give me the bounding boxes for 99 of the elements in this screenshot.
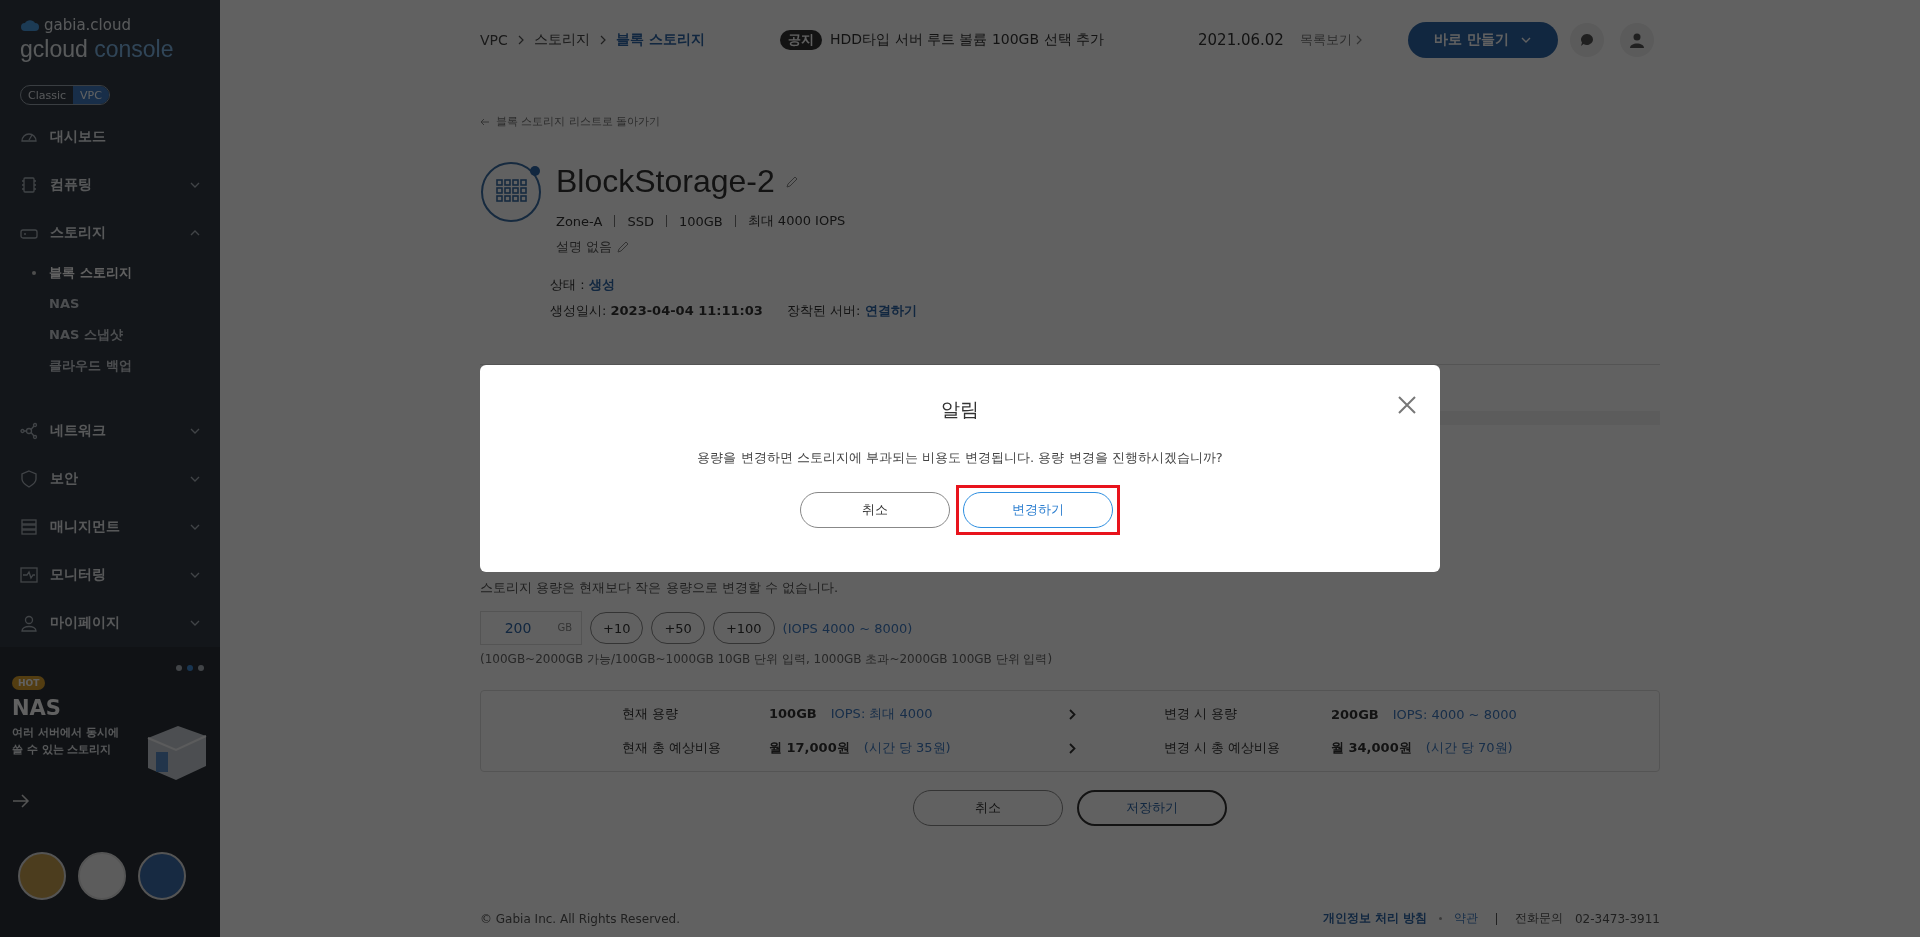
chevron-down-icon — [190, 182, 200, 189]
dialog-message: 용량을 변경하면 스토리지에 부과되는 비용도 변경됩니다. 용량 변경을 진행하시겠습니까? — [697, 449, 1223, 467]
new-value: 200GB — [1331, 706, 1379, 722]
chevron-right-icon — [599, 35, 606, 45]
menu-item[interactable]: 매니지먼트 — [0, 503, 220, 552]
submenu-item[interactable]: 블록 스토리지 — [0, 257, 220, 289]
user-icon — [1628, 32, 1645, 48]
storage-name: BlockStorage-2 — [556, 163, 775, 200]
arrow-left-icon — [480, 117, 490, 126]
confirm-button[interactable]: 변경하기 — [963, 492, 1113, 528]
menu-item[interactable]: 대시보드 — [0, 113, 220, 162]
breadcrumb-link[interactable]: 스토리지 — [533, 31, 590, 49]
arrow-right-icon[interactable] — [12, 794, 30, 809]
certification-badge — [18, 852, 66, 901]
chevron-right-icon — [517, 35, 524, 45]
new-value: 월 34,000원 — [1331, 739, 1412, 757]
current-label: 현재 용량 — [622, 705, 680, 723]
increment-button[interactable]: +50 — [651, 612, 705, 644]
menu-item[interactable]: 스토리지 — [0, 209, 220, 258]
iops-range: (IOPS 4000 ~ 8000) — [782, 620, 913, 636]
spec-text: 100GB — [678, 213, 723, 229]
current-label: 현재 총 예상비용 — [622, 739, 723, 757]
monitor-pulse-icon — [20, 566, 38, 585]
chip-icon — [20, 176, 38, 195]
current-detail: IOPS: 최대 4000 — [830, 706, 933, 721]
breadcrumb-link[interactable]: VPC — [480, 32, 508, 48]
status-label: 상태 : — [550, 277, 585, 292]
connect-link[interactable]: 연결하기 — [864, 303, 917, 318]
block-storage-icon — [480, 161, 542, 223]
menu-item[interactable]: 컴퓨팅 — [0, 161, 220, 210]
hot-badge: HOT — [12, 676, 46, 691]
current-value: 100GB — [769, 706, 817, 721]
chevron-up-icon — [190, 230, 200, 237]
user-icon — [20, 614, 38, 633]
pencil-icon[interactable] — [616, 240, 631, 254]
created-label: 생성일시: — [550, 303, 607, 318]
chevron-right-icon — [1069, 742, 1076, 754]
new-detail: (시간 당 70원) — [1425, 739, 1513, 757]
mode-toggle-option[interactable]: VPC — [73, 86, 109, 105]
chevron-right-icon — [1069, 708, 1076, 720]
status-value: 생성 — [588, 277, 615, 292]
carousel-dot[interactable] — [198, 665, 204, 672]
bullet-icon — [32, 270, 36, 275]
chevron-down-icon — [190, 620, 200, 627]
server-rack-icon — [20, 518, 38, 537]
notice-title[interactable]: HDD타입 서버 루트 볼륨 100GB 선택 추가 — [830, 31, 1198, 49]
menu-item[interactable]: 보안 — [0, 455, 220, 504]
phone-label: 전화문의 — [1515, 910, 1563, 927]
cancel-button[interactable]: 취소 — [800, 492, 950, 528]
phone-number: 02-3473-3911 — [1575, 911, 1660, 926]
copyright-text: © Gabia Inc. All Rights Reserved. — [480, 911, 680, 926]
new-label: 변경 시 총 예상비용 — [1164, 739, 1282, 757]
new-label: 변경 시 용량 — [1164, 705, 1239, 723]
cloud-icon — [20, 18, 40, 32]
create-button[interactable]: 바로 만들기 — [1407, 22, 1558, 58]
increment-button[interactable]: +10 — [590, 612, 644, 644]
close-icon[interactable] — [1398, 396, 1416, 414]
current-value: 월 17,000원 — [769, 740, 850, 755]
cancel-button[interactable]: 취소 — [913, 790, 1063, 826]
brand-name: gabia.cloud — [44, 16, 131, 34]
menu-item[interactable]: 모니터링 — [0, 551, 220, 600]
promo-title: NAS — [12, 696, 62, 721]
mode-toggle-option[interactable]: Classic — [21, 86, 74, 105]
certification-badge — [138, 852, 186, 901]
promo-text: 쓸 수 있는 스토리지 — [12, 742, 113, 759]
chevron-down-icon — [190, 476, 200, 483]
new-detail: IOPS: 4000 ~ 8000 — [1392, 706, 1517, 722]
menu-item[interactable]: 네트워크 — [0, 407, 220, 456]
spec-text: Zone-A — [556, 213, 603, 229]
dialog-title: 알림 — [941, 397, 979, 422]
network-icon — [20, 422, 38, 441]
created-value: 2023-04-04 11:11:03 — [610, 303, 763, 318]
server-label: 장착된 서버: — [786, 303, 861, 318]
increment-button[interactable]: +100 — [712, 612, 775, 644]
chevron-down-icon — [190, 428, 200, 435]
chat-bubble-icon — [1578, 32, 1595, 48]
notice-tag: 공지 — [780, 30, 822, 50]
chat-button[interactable] — [1569, 23, 1604, 57]
chevron-down-icon — [190, 524, 200, 531]
breadcrumb-link[interactable]: 블록 스토리지 — [615, 31, 705, 49]
spec-text: SSD — [627, 213, 654, 229]
account-button[interactable] — [1619, 23, 1654, 57]
carousel-dot[interactable] — [187, 665, 193, 672]
chevron-down-icon — [1521, 37, 1532, 43]
notice-date: 2021.06.02 — [1198, 31, 1284, 49]
resize-note: 스토리지 용량은 현재보다 작은 용량으로 변경할 수 없습니다. — [480, 579, 840, 597]
chevron-right-icon — [1355, 35, 1362, 45]
spec-text: 최대 4000 IOPS — [747, 212, 846, 230]
current-detail: (시간 당 35원) — [863, 740, 951, 755]
save-button[interactable]: 저장하기 — [1077, 790, 1227, 826]
carousel-dot[interactable] — [176, 665, 182, 672]
promo-text: 여러 서버에서 동시에 — [12, 725, 119, 742]
pencil-icon[interactable] — [784, 174, 799, 189]
description-text: 설명 없음 — [556, 238, 613, 256]
footer-link[interactable]: 개인정보 처리 방침 — [1322, 910, 1427, 927]
chevron-down-icon — [190, 572, 200, 579]
shield-icon — [20, 470, 38, 489]
footer-link[interactable]: 약관 — [1454, 910, 1478, 927]
certification-badge — [78, 852, 126, 901]
